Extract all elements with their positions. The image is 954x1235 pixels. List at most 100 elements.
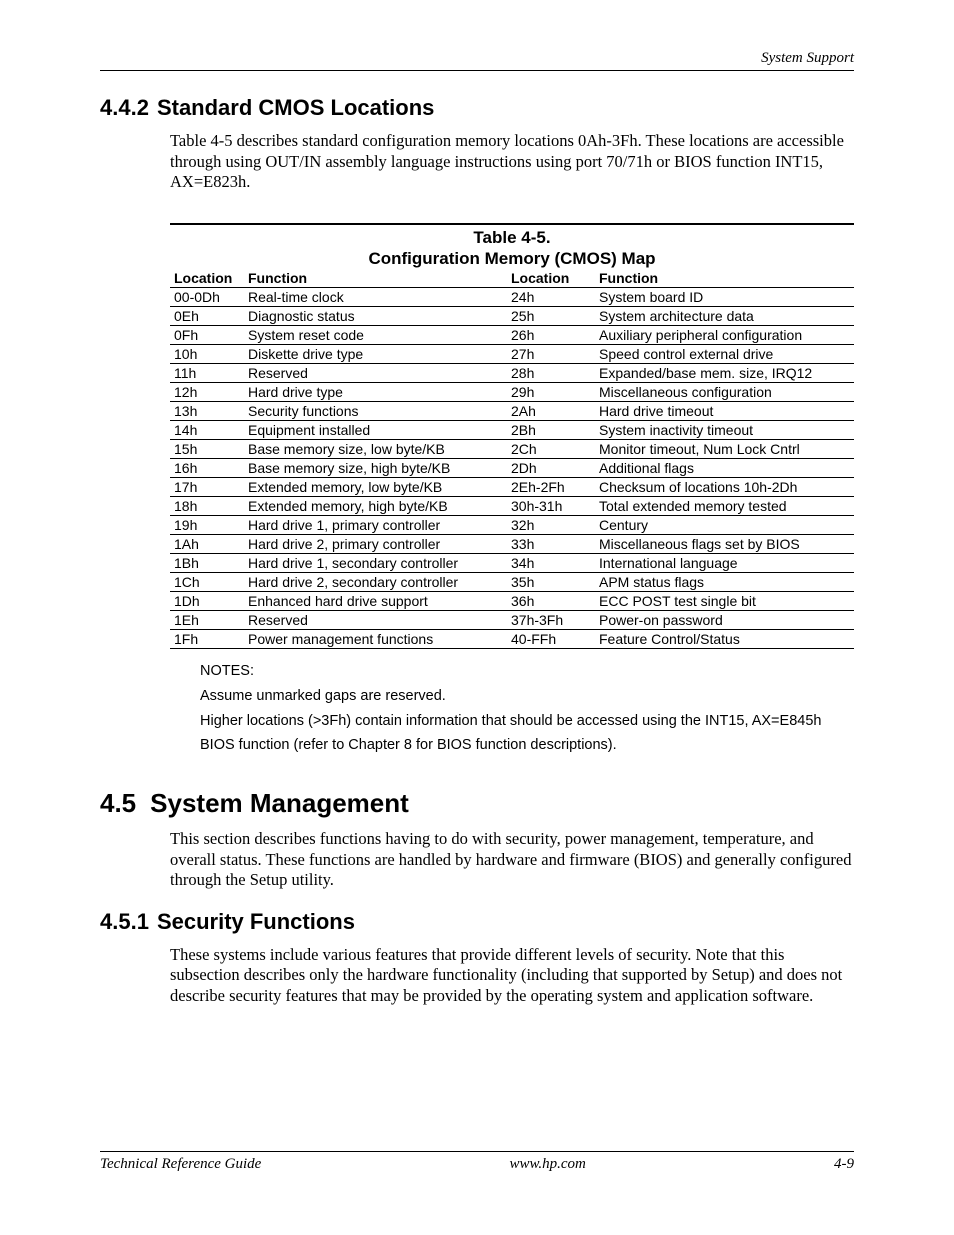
cell-location: 16h: [170, 459, 244, 478]
running-header: System Support: [100, 50, 854, 71]
cell-location: 40-FFh: [507, 630, 595, 649]
cell-function: ECC POST test single bit: [595, 592, 854, 611]
table-notes: NOTES: Assume unmarked gaps are reserved…: [200, 659, 854, 758]
cell-location: 2Ah: [507, 402, 595, 421]
cell-location: 34h: [507, 554, 595, 573]
cell-function: Additional flags: [595, 459, 854, 478]
th-location-1: Location: [170, 269, 244, 288]
table-row: 1EhReserved37h-3FhPower-on password: [170, 611, 854, 630]
cell-function: Diagnostic status: [244, 307, 507, 326]
heading-title: Standard CMOS Locations: [157, 95, 434, 120]
cell-function: System reset code: [244, 326, 507, 345]
cell-location: 1Fh: [170, 630, 244, 649]
cell-location: 1Bh: [170, 554, 244, 573]
cmos-table: Location Function Location Function 00-0…: [170, 269, 854, 649]
table-row: 10hDiskette drive type27hSpeed control e…: [170, 345, 854, 364]
cell-location: 10h: [170, 345, 244, 364]
cell-location: 00-0Dh: [170, 288, 244, 307]
cell-location: 12h: [170, 383, 244, 402]
cell-location: 1Ch: [170, 573, 244, 592]
table-row: 1AhHard drive 2, primary controller33hMi…: [170, 535, 854, 554]
cell-location: 1Dh: [170, 592, 244, 611]
cell-location: 24h: [507, 288, 595, 307]
cell-location: 18h: [170, 497, 244, 516]
table-row: 16hBase memory size, high byte/KB2DhAddi…: [170, 459, 854, 478]
th-function-1: Function: [244, 269, 507, 288]
cell-function: Hard drive 2, secondary controller: [244, 573, 507, 592]
table-row: 1ChHard drive 2, secondary controller35h…: [170, 573, 854, 592]
cell-function: Hard drive timeout: [595, 402, 854, 421]
heading-title: Security Functions: [157, 909, 355, 934]
notes-title: NOTES:: [200, 659, 854, 684]
cell-function: Checksum of locations 10h-2Dh: [595, 478, 854, 497]
heading-4-4-2: 4.4.2Standard CMOS Locations: [100, 95, 854, 121]
footer-left: Technical Reference Guide: [100, 1156, 261, 1173]
cell-location: 2Ch: [507, 440, 595, 459]
cell-function: Base memory size, high byte/KB: [244, 459, 507, 478]
heading-4-5-1: 4.5.1 Security Functions: [100, 909, 854, 935]
cell-function: Miscellaneous flags set by BIOS: [595, 535, 854, 554]
table-row: 15hBase memory size, low byte/KB2ChMonit…: [170, 440, 854, 459]
cell-function: System architecture data: [595, 307, 854, 326]
table-row: 0EhDiagnostic status25hSystem architectu…: [170, 307, 854, 326]
cell-function: Total extended memory tested: [595, 497, 854, 516]
cell-function: Hard drive 1, secondary controller: [244, 554, 507, 573]
cell-function: Hard drive 2, primary controller: [244, 535, 507, 554]
cell-function: Hard drive type: [244, 383, 507, 402]
cell-function: Speed control external drive: [595, 345, 854, 364]
table-row: 12hHard drive type29hMiscellaneous confi…: [170, 383, 854, 402]
cell-function: Monitor timeout, Num Lock Cntrl: [595, 440, 854, 459]
cell-function: Base memory size, low byte/KB: [244, 440, 507, 459]
cell-function: Expanded/base mem. size, IRQ12: [595, 364, 854, 383]
cell-location: 32h: [507, 516, 595, 535]
cell-function: Security functions: [244, 402, 507, 421]
table-row: 14hEquipment installed2BhSystem inactivi…: [170, 421, 854, 440]
table-row: 00-0DhReal-time clock24hSystem board ID: [170, 288, 854, 307]
cell-function: Auxiliary peripheral configuration: [595, 326, 854, 345]
cell-function: APM status flags: [595, 573, 854, 592]
table-row: 1BhHard drive 1, secondary controller34h…: [170, 554, 854, 573]
table-row: 0FhSystem reset code26hAuxiliary periphe…: [170, 326, 854, 345]
table-row: 1FhPower management functions40-FFhFeatu…: [170, 630, 854, 649]
table-row: 11hReserved28hExpanded/base mem. size, I…: [170, 364, 854, 383]
footer-center: www.hp.com: [509, 1156, 585, 1173]
cell-location: 14h: [170, 421, 244, 440]
notes-line3: BIOS function (refer to Chapter 8 for BI…: [200, 733, 854, 758]
cell-location: 36h: [507, 592, 595, 611]
cell-location: 29h: [507, 383, 595, 402]
cell-location: 0Eh: [170, 307, 244, 326]
heading-number: 4.5.1: [100, 909, 149, 934]
cell-location: 2Eh-2Fh: [507, 478, 595, 497]
table-row: 17hExtended memory, low byte/KB2Eh-2FhCh…: [170, 478, 854, 497]
cell-location: 26h: [507, 326, 595, 345]
table-row: 13hSecurity functions2AhHard drive timeo…: [170, 402, 854, 421]
cell-location: 25h: [507, 307, 595, 326]
page-footer: Technical Reference Guide www.hp.com 4-9: [100, 1151, 854, 1173]
cell-location: 19h: [170, 516, 244, 535]
cell-function: Century: [595, 516, 854, 535]
table-row: 18hExtended memory, high byte/KB30h-31hT…: [170, 497, 854, 516]
cell-location: 30h-31h: [507, 497, 595, 516]
table-4-5: Table 4-5. Configuration Memory (CMOS) M…: [170, 223, 854, 650]
heading-number: 4.5: [100, 788, 136, 818]
cell-location: 2Bh: [507, 421, 595, 440]
cell-location: 27h: [507, 345, 595, 364]
cell-location: 0Fh: [170, 326, 244, 345]
cell-location: 33h: [507, 535, 595, 554]
cell-function: Real-time clock: [244, 288, 507, 307]
cell-function: Reserved: [244, 611, 507, 630]
running-title: System Support: [761, 50, 854, 66]
notes-line2: Higher locations (>3Fh) contain informat…: [200, 709, 854, 734]
cell-function: Enhanced hard drive support: [244, 592, 507, 611]
paragraph-4-4-2: Table 4-5 describes standard configurati…: [170, 131, 854, 193]
cell-function: Power-on password: [595, 611, 854, 630]
heading-4-5: 4.5System Management: [100, 788, 854, 819]
cell-function: System inactivity timeout: [595, 421, 854, 440]
cell-location: 28h: [507, 364, 595, 383]
paragraph-4-5-1: These systems include various features t…: [170, 945, 854, 1007]
cell-function: Feature Control/Status: [595, 630, 854, 649]
th-function-2: Function: [595, 269, 854, 288]
cell-function: Extended memory, high byte/KB: [244, 497, 507, 516]
table-row: 1DhEnhanced hard drive support36hECC POS…: [170, 592, 854, 611]
cell-function: Power management functions: [244, 630, 507, 649]
